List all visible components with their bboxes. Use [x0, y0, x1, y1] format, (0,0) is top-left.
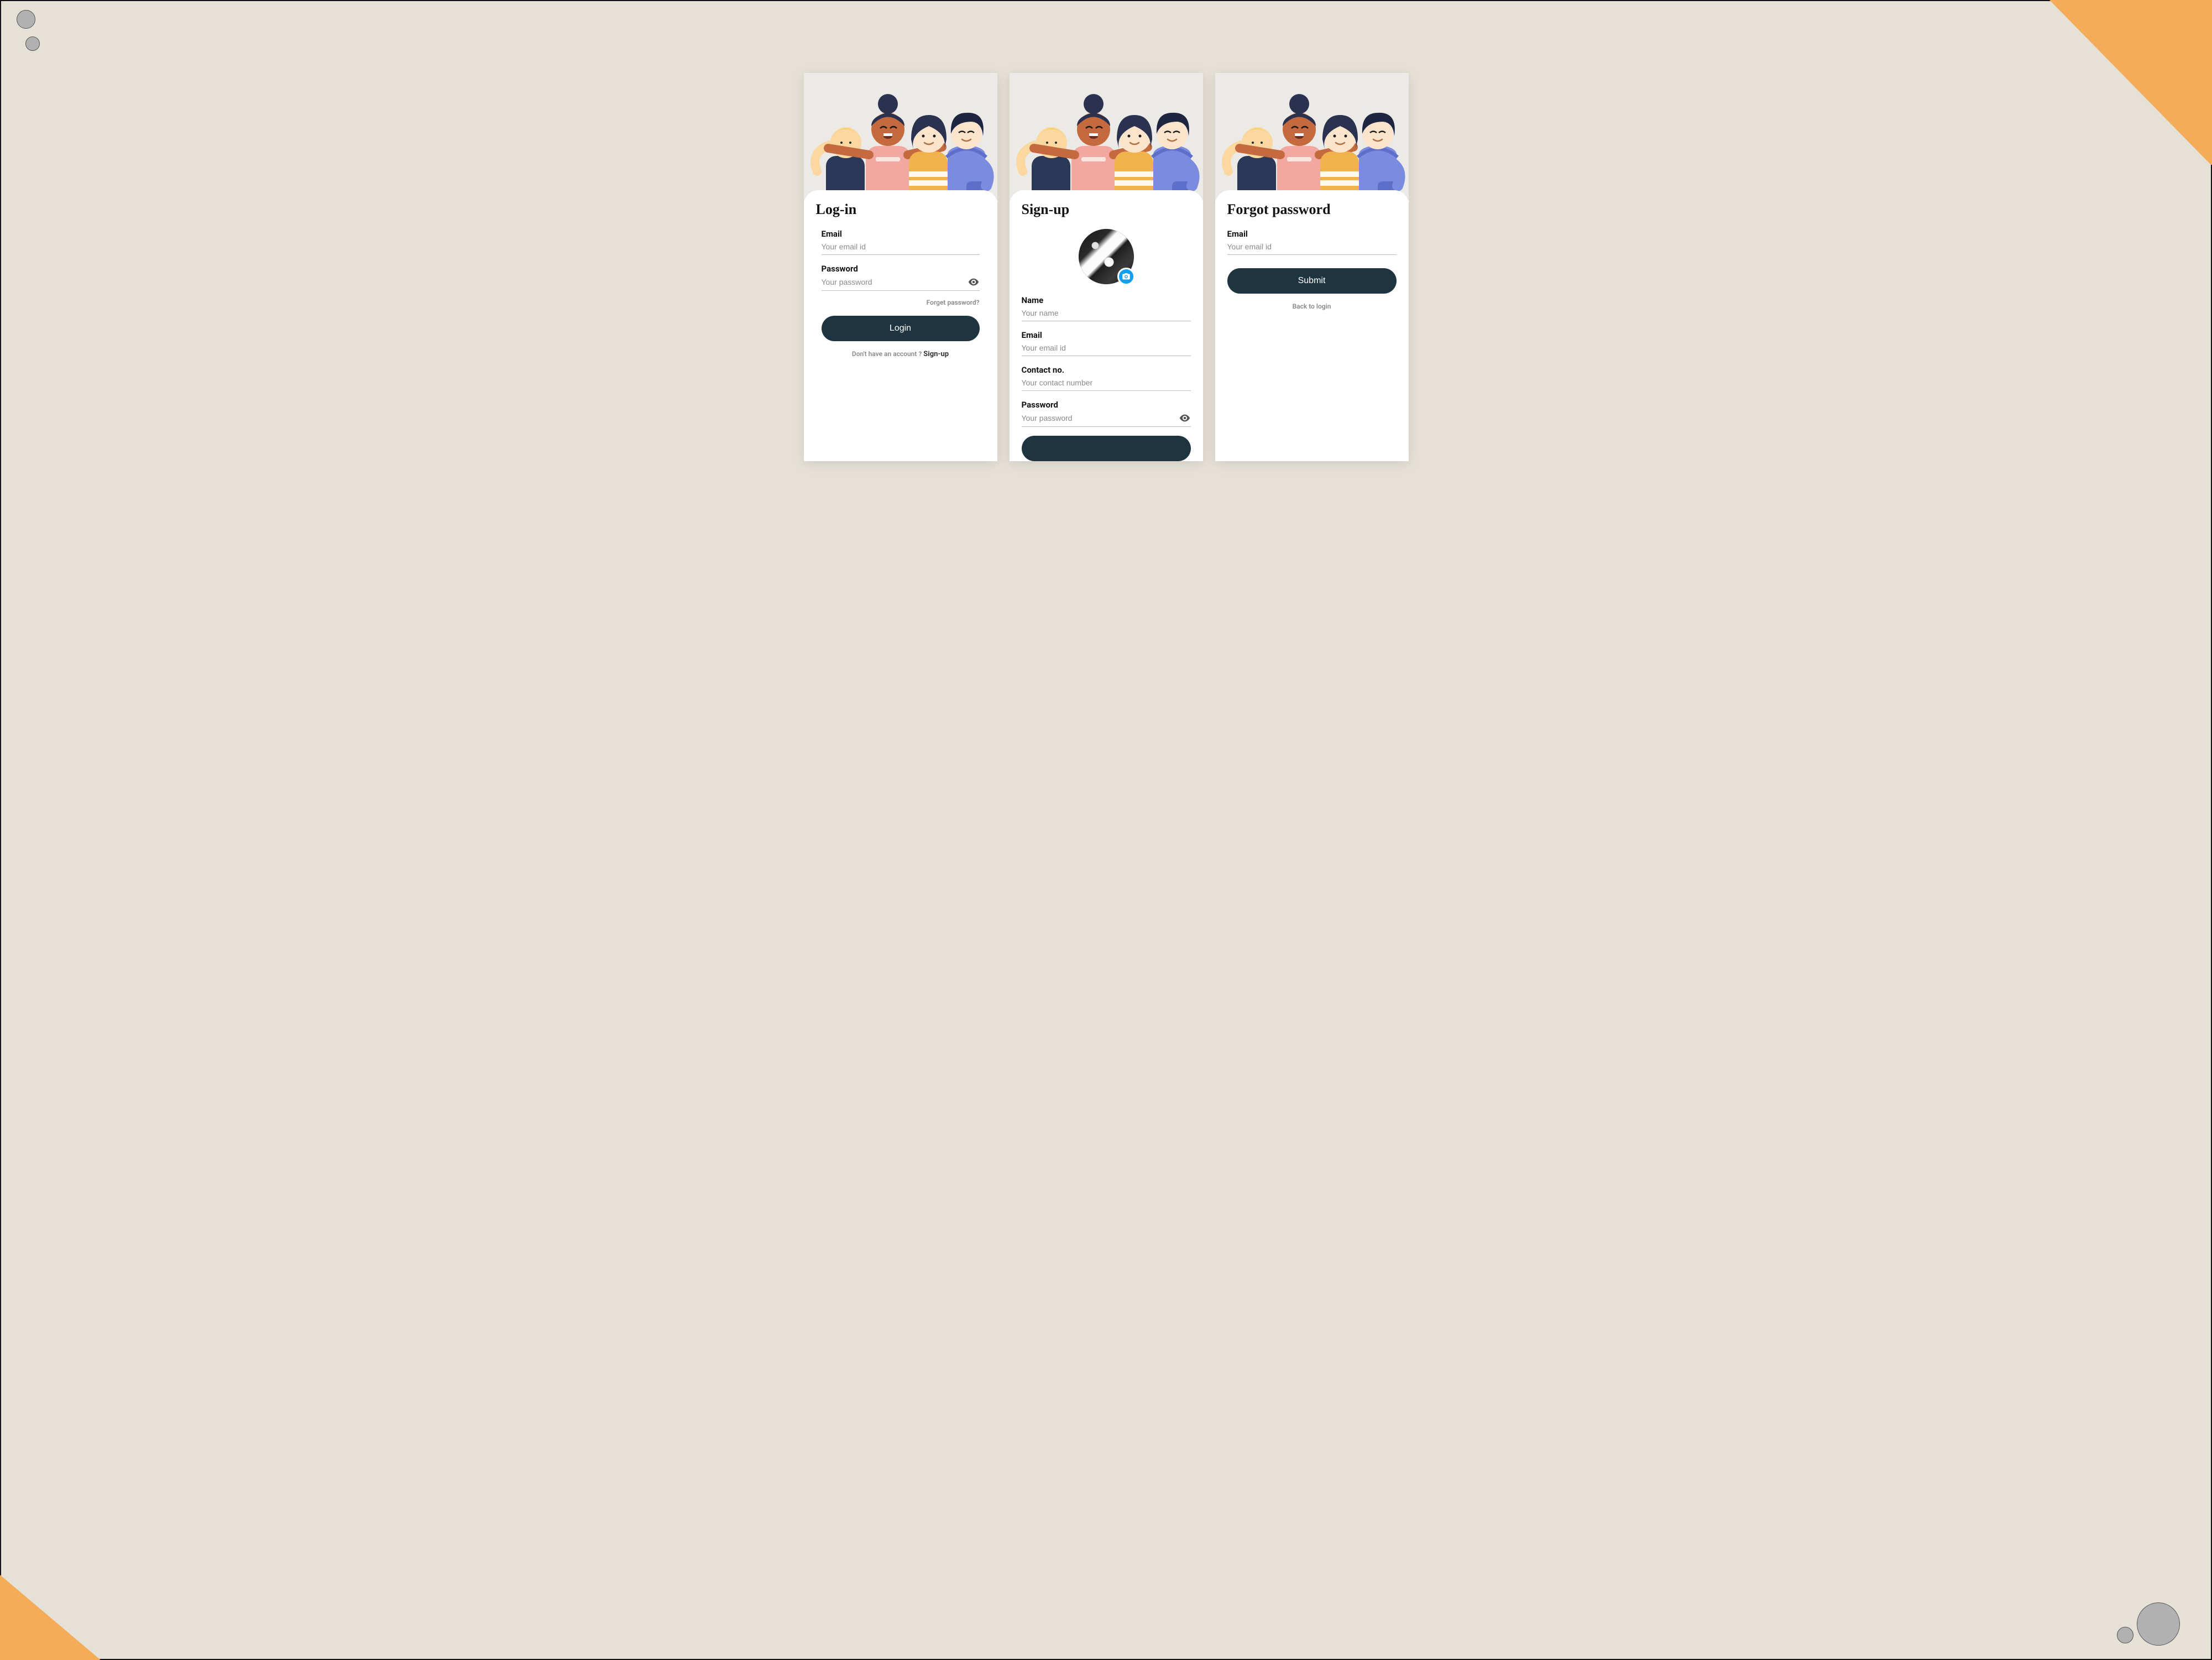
forgot-card: Forgot password Email Submit Back to log…: [1215, 190, 1409, 461]
signup-card: Sign-up Name Email: [1010, 190, 1203, 461]
password-field-group: Password: [816, 264, 985, 291]
password-label: Password: [1022, 400, 1191, 410]
password-input[interactable]: [822, 276, 968, 288]
bg-dot: [2137, 1602, 2180, 1646]
email-input[interactable]: [822, 241, 980, 252]
hero-illustration: [804, 73, 997, 200]
password-field-group: Password: [1022, 400, 1191, 427]
submit-button[interactable]: Submit: [1227, 268, 1397, 294]
forgot-title: Forgot password: [1227, 201, 1397, 218]
signup-screen: Sign-up Name Email: [1010, 73, 1203, 461]
hero-illustration: [1215, 73, 1409, 200]
eye-icon[interactable]: [1179, 412, 1191, 424]
eye-icon[interactable]: [968, 276, 980, 288]
no-account-text: Don't have an account ?: [852, 350, 923, 358]
signup-button[interactable]: [1022, 436, 1191, 461]
name-label: Name: [1022, 295, 1191, 305]
camera-button[interactable]: [1117, 268, 1135, 285]
forgot-password-link[interactable]: Forget password?: [927, 299, 980, 306]
email-input[interactable]: [1022, 342, 1191, 353]
email-field-group: Email: [1022, 330, 1191, 356]
forgot-screen: Forgot password Email Submit Back to log…: [1215, 73, 1409, 461]
password-label: Password: [822, 264, 980, 274]
email-field-group: Email: [816, 229, 985, 255]
contact-input[interactable]: [1022, 377, 1191, 388]
name-field-group: Name: [1022, 295, 1191, 321]
signup-title: Sign-up: [1022, 201, 1191, 218]
password-input[interactable]: [1022, 413, 1179, 424]
email-label: Email: [822, 229, 980, 239]
email-label: Email: [1227, 229, 1397, 239]
friends-illustration-icon: [1215, 73, 1409, 200]
signup-prompt: Don't have an account ? Sign-up: [816, 350, 985, 358]
bg-dot: [2117, 1627, 2133, 1643]
name-input[interactable]: [1022, 307, 1191, 319]
email-input[interactable]: [1227, 241, 1397, 252]
friends-illustration-icon: [804, 73, 997, 200]
email-label: Email: [1022, 330, 1191, 340]
camera-icon: [1122, 272, 1131, 281]
email-field-group: Email: [1227, 229, 1397, 255]
login-screen: Log-in Email Password Forget password?: [804, 73, 997, 461]
contact-label: Contact no.: [1022, 365, 1191, 375]
bg-shape-orange-bottom-left: [0, 1538, 144, 1660]
avatar-wrapper: [1022, 229, 1191, 284]
friends-illustration-icon: [1010, 73, 1203, 200]
login-title: Log-in: [816, 201, 985, 218]
hero-illustration: [1010, 73, 1203, 200]
login-card: Log-in Email Password Forget password?: [804, 190, 997, 461]
login-button[interactable]: Login: [822, 316, 980, 341]
back-to-login-link[interactable]: Back to login: [1293, 302, 1331, 310]
avatar: [1079, 229, 1134, 284]
contact-field-group: Contact no.: [1022, 365, 1191, 391]
signup-link[interactable]: Sign-up: [923, 350, 949, 358]
